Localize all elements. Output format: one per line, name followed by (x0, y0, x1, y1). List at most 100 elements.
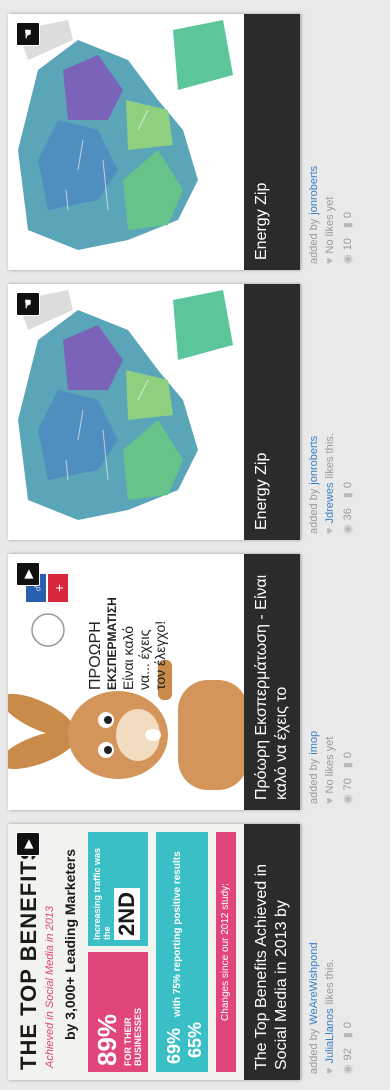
likes-text: No likes yet (324, 196, 336, 254)
stats-row: ◉ 36 ▮ 0 (340, 290, 356, 534)
author-link[interactable]: imop (306, 731, 322, 755)
card-infographic[interactable]: THE TOP BENEFITS Achieved in Social Medi… (8, 824, 382, 1080)
card-caption[interactable]: The Top Benefits Achieved in Social Medi… (244, 824, 300, 1080)
heart-icon[interactable]: ♥ (322, 1067, 338, 1074)
likes-row: ♥ Jdrewes likes this. (322, 290, 338, 534)
card-bunny[interactable]: ♂ + ΠΡΟΩΡΗ ΕΚΣΠΕΡΜΑΤΙΣΗ Είναι καλό να...… (8, 554, 382, 810)
infographic-rank-block: Increasing traffic was the 2ND (88, 832, 148, 946)
added-by-label: added by (308, 488, 320, 534)
card-caption[interactable]: Energy Zip (244, 14, 300, 270)
heart-icon[interactable]: ♥ (322, 257, 338, 264)
infographic-rank: 2ND (114, 887, 140, 940)
added-by-label: added by (308, 758, 320, 804)
comment-icon: ▮ (342, 1032, 354, 1039)
card-thumbnail[interactable]: Energy Zip ☚ (8, 14, 300, 270)
infographic-rank-note: Increasing traffic was the (92, 847, 112, 940)
infographic-stat-block: 89% FOR THEIR BUSINESSES (88, 952, 148, 1072)
stats-row: ◉ 92 ▮ 0 (340, 830, 356, 1074)
added-by-label: added by (308, 218, 320, 264)
added-by-label: added by (308, 1028, 320, 1074)
views-count: 92 (342, 1048, 354, 1061)
eye-icon: ◉ (342, 524, 354, 534)
card-energy-zip[interactable]: Energy Zip ☚ added by jonroberts ♥ No li… (8, 14, 382, 270)
headline-line: ΠΡΟΩΡΗ (87, 621, 104, 690)
hand-icon[interactable]: ☚ (16, 22, 40, 46)
card-thumbnail[interactable]: Energy Zip ☚ (8, 284, 300, 540)
hand-icon[interactable]: ☚ (16, 292, 40, 316)
views-stat: ◉ 92 (340, 1048, 356, 1074)
card-feed: THE TOP BENEFITS Achieved in Social Medi… (0, 0, 390, 1090)
card-thumbnail[interactable]: ♂ + ΠΡΟΩΡΗ ΕΚΣΠΕΡΜΑΤΙΣΗ Είναι καλό να...… (8, 554, 300, 810)
infographic-stat-note: with 75% reporting positive results (172, 851, 183, 1017)
headline-line: Είναι καλό (120, 625, 136, 690)
infographic-stat: 89% (92, 1013, 122, 1066)
card-meta: added by imop ♥ No likes yet ◉ 70 ▮ 0 (306, 560, 356, 804)
likes-suffix: likes this. (324, 959, 336, 1005)
play-icon[interactable]: ▶ (16, 562, 40, 586)
infographic-byline: by 3,000+ Leading Marketers (62, 848, 78, 1040)
comment-icon: ▮ (342, 762, 354, 769)
infographic-footer: Changes since our 2012 study: (216, 832, 236, 1072)
added-by-row: added by imop (306, 560, 322, 804)
card-caption[interactable]: Πρόωρη Εκσπερμάτωση - Είναι καλό να έχει… (244, 554, 300, 810)
infographic-title: THE TOP BENEFITS (16, 844, 41, 1070)
added-by-row: added by jonroberts (306, 20, 322, 264)
infographic-stat-row: 69% with 75% reporting positive results … (156, 832, 208, 1072)
bunny-headline: ΠΡΟΩΡΗ ΕΚΣΠΕΡΜΑΤΙΣΗ Είναι καλό να... έχε… (87, 597, 168, 690)
infographic-stat-note: FOR THEIR BUSINESSES (123, 1007, 143, 1066)
play-icon[interactable]: ▶ (16, 832, 40, 856)
headline-line: ΕΚΣΠΕΡΜΑΤΙΣΗ (105, 597, 119, 690)
likes-text: No likes yet (324, 736, 336, 794)
choropleth-map (18, 290, 233, 520)
comment-icon: ▮ (342, 492, 354, 499)
card-energy-zip[interactable]: Energy Zip ☚ added by jonroberts ♥ Jdrew… (8, 284, 382, 540)
card-meta: added by jonroberts ♥ Jdrewes likes this… (306, 290, 356, 534)
stats-row: ◉ 70 ▮ 0 (340, 560, 356, 804)
card-thumbnail[interactable]: THE TOP BENEFITS Achieved in Social Medi… (8, 824, 300, 1080)
card-meta: added by jonroberts ♥ No likes yet ◉ 10 ▮… (306, 20, 356, 264)
heart-icon[interactable]: ♥ (322, 527, 338, 534)
views-count: 10 (342, 238, 354, 251)
stats-row: ◉ 10 ▮ 0 (340, 20, 356, 264)
infographic-subtitle: Achieved in Social Media in 2013 (44, 905, 56, 1068)
author-link[interactable]: WeAreWishpond (306, 942, 322, 1024)
liker-link[interactable]: JuliaLlanos (322, 1008, 338, 1063)
comments-count: 0 (342, 211, 354, 219)
likes-suffix: likes this. (324, 433, 336, 479)
svg-text:+: + (51, 584, 67, 592)
author-link[interactable]: jonroberts (306, 166, 322, 215)
card-caption[interactable]: Energy Zip (244, 284, 300, 540)
comments-count: 0 (342, 1021, 354, 1029)
infographic-stat: 69% (164, 1027, 184, 1064)
comment-icon: ▮ (342, 222, 354, 229)
heart-icon[interactable]: ♥ (322, 797, 338, 804)
bunny-image: ♂ + ΠΡΟΩΡΗ ΕΚΣΠΕΡΜΑΤΙΣΗ Είναι καλό να...… (8, 554, 244, 810)
views-count: 70 (342, 778, 354, 791)
headline-line: τον έλεγχο! (152, 620, 168, 690)
likes-row: ♥ No likes yet (322, 560, 338, 804)
infographic-stat: 65% (185, 1021, 205, 1058)
added-by-row: added by WeAreWishpond (306, 830, 322, 1074)
liker-link[interactable]: Jdrewes (322, 483, 338, 524)
views-stat: ◉ 70 (340, 778, 356, 804)
map-image (8, 284, 244, 540)
comments-stat: ▮ 0 (340, 212, 356, 228)
comments-count: 0 (342, 481, 354, 489)
added-by-row: added by jonroberts (306, 290, 322, 534)
eye-icon: ◉ (342, 254, 354, 264)
map-image (8, 14, 244, 270)
eye-icon: ◉ (342, 794, 354, 804)
comments-stat: ▮ 0 (340, 1022, 356, 1038)
comments-stat: ▮ 0 (340, 482, 356, 498)
views-count: 36 (342, 508, 354, 521)
card-meta: added by WeAreWishpond ♥ JuliaLlanos lik… (306, 830, 356, 1074)
views-stat: ◉ 36 (340, 508, 356, 534)
choropleth-map (18, 20, 233, 250)
headline-line: να... έχεις (136, 629, 152, 690)
comments-count: 0 (342, 751, 354, 759)
author-link[interactable]: jonroberts (306, 436, 322, 485)
eye-icon: ◉ (342, 1064, 354, 1074)
likes-row: ♥ No likes yet (322, 20, 338, 264)
infographic-image: THE TOP BENEFITS Achieved in Social Medi… (8, 824, 244, 1080)
views-stat: ◉ 10 (340, 238, 356, 264)
